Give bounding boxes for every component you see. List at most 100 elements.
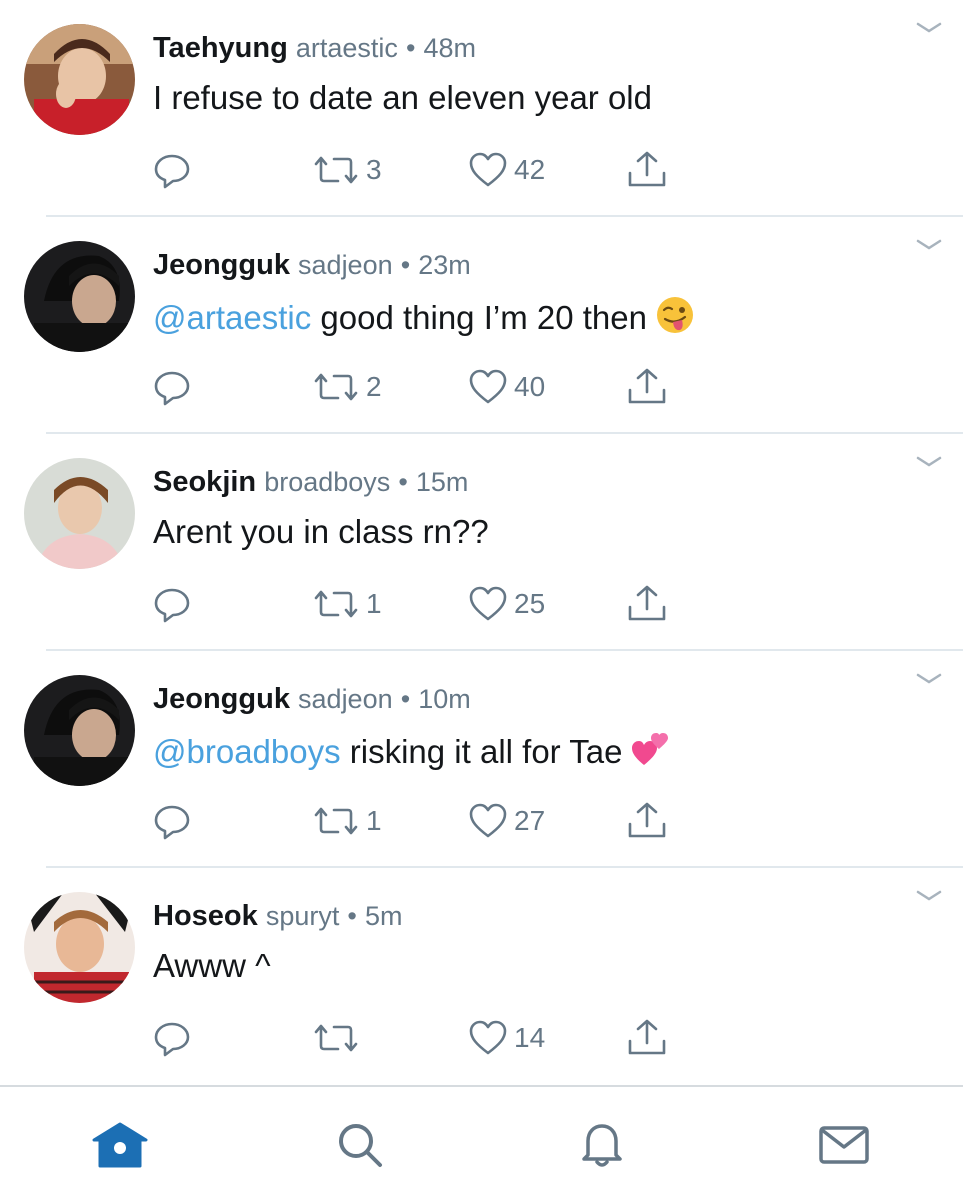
like-count: 14 (514, 1022, 546, 1053)
display-name[interactable]: Jeongguk (153, 683, 290, 715)
timestamp[interactable]: 10m (418, 684, 471, 714)
like-button[interactable]: 42 (468, 148, 545, 192)
tweet[interactable]: Seokjin broadboys • 15m Arent you in cla… (0, 434, 963, 651)
heart-icon (469, 152, 507, 187)
timestamp[interactable]: 15m (416, 467, 469, 497)
tweet-text: @broadboys risking it all for Tae (153, 729, 670, 772)
retweet-icon (314, 807, 358, 835)
tweet-body: good thing I’m 20 then (311, 299, 647, 336)
avatar[interactable] (24, 458, 135, 569)
share-button[interactable] (626, 582, 668, 626)
reply-icon (154, 1022, 190, 1057)
like-button[interactable]: 25 (468, 582, 545, 626)
username[interactable]: sadjeon (298, 684, 393, 714)
share-button[interactable] (626, 148, 668, 192)
share-icon (628, 802, 666, 838)
mention-link[interactable]: @broadboys (153, 733, 341, 770)
username[interactable]: broadboys (264, 467, 390, 497)
heart-icon (469, 1020, 507, 1055)
display-name[interactable]: Seokjin (153, 466, 256, 498)
tweet[interactable]: Hoseok spuryt • 5m Awww ^ 14 (0, 868, 963, 1085)
avatar[interactable] (24, 24, 135, 135)
tab-search[interactable] (330, 1117, 390, 1173)
separator-dot: • (400, 250, 411, 280)
timestamp[interactable]: 48m (424, 33, 477, 63)
like-count: 27 (514, 805, 546, 836)
tweet-body: Awww ^ (153, 947, 271, 984)
retweet-count: 3 (366, 154, 382, 185)
retweet-button[interactable]: 2 (312, 365, 382, 409)
timestamp[interactable]: 23m (418, 250, 471, 280)
tab-notifications[interactable] (572, 1117, 632, 1173)
tweet[interactable]: Jeongguk sadjeon • 10m @broadboys riskin… (0, 651, 963, 868)
reply-icon (154, 805, 190, 840)
avatar[interactable] (24, 892, 135, 1003)
share-button[interactable] (626, 799, 668, 843)
display-name[interactable]: Taehyung (153, 32, 288, 64)
reply-button[interactable] (152, 148, 192, 192)
tweet-text: Arent you in class rn?? (153, 512, 489, 552)
chevron-down-icon[interactable] (915, 20, 943, 36)
tab-messages[interactable] (814, 1117, 874, 1173)
display-name[interactable]: Hoseok (153, 900, 258, 932)
chevron-down-icon[interactable] (915, 671, 943, 687)
tweet-actions: 1 27 (0, 799, 963, 843)
tweet-text: I refuse to date an eleven year old (153, 78, 652, 118)
like-count: 40 (514, 371, 546, 402)
username[interactable]: sadjeon (298, 250, 393, 280)
tweet[interactable]: Jeongguk sadjeon • 23m @artaestic good t… (0, 217, 963, 434)
username[interactable]: artaestic (296, 33, 398, 63)
tweet-header: Jeongguk sadjeon • 23m (153, 247, 471, 283)
retweet-button[interactable]: 3 (312, 148, 382, 192)
tab-home[interactable] (90, 1117, 150, 1173)
chevron-down-icon[interactable] (915, 888, 943, 904)
tweet-actions: 2 40 (0, 365, 963, 409)
chevron-down-icon[interactable] (915, 454, 943, 470)
timestamp[interactable]: 5m (365, 901, 403, 931)
share-icon (628, 1019, 666, 1055)
avatar[interactable] (24, 675, 135, 786)
two-hearts-icon (632, 733, 669, 765)
mention-link[interactable]: @artaestic (153, 299, 311, 336)
separator-dot: • (347, 901, 357, 931)
retweet-icon (314, 1024, 358, 1052)
separator-dot: • (400, 684, 411, 714)
avatar[interactable] (24, 241, 135, 352)
reply-button[interactable] (152, 1016, 192, 1060)
reply-icon (154, 154, 190, 189)
search-icon (339, 1124, 382, 1167)
like-button[interactable]: 27 (468, 799, 545, 843)
tweet-text: @artaestic good thing I’m 20 then (153, 295, 695, 338)
retweet-button[interactable]: 1 (312, 582, 382, 626)
heart-icon (469, 803, 507, 838)
share-icon (628, 368, 666, 404)
tweet-header: Seokjin broadboys • 15m (153, 464, 468, 500)
tweet[interactable]: Taehyung artaestic • 48m I refuse to dat… (0, 0, 963, 217)
retweet-count: 1 (366, 588, 382, 619)
like-button[interactable]: 40 (468, 365, 545, 409)
tweet-actions: 1 25 (0, 582, 963, 626)
reply-button[interactable] (152, 582, 192, 626)
display-name[interactable]: Jeongguk (153, 249, 290, 281)
reply-button[interactable] (152, 799, 192, 843)
chevron-down-icon[interactable] (915, 237, 943, 253)
separator-dot: • (405, 33, 416, 63)
tweet-header: Taehyung artaestic • 48m (153, 30, 476, 66)
bell-icon (582, 1124, 622, 1167)
heart-icon (469, 369, 507, 404)
like-button[interactable]: 14 (468, 1016, 545, 1060)
retweet-button[interactable]: 1 (312, 799, 382, 843)
tweet-actions: 14 (0, 1016, 963, 1060)
share-icon (628, 585, 666, 621)
retweet-button[interactable] (312, 1016, 366, 1060)
like-count: 42 (514, 154, 546, 185)
tweet-header: Hoseok spuryt • 5m (153, 898, 402, 934)
share-button[interactable] (626, 1016, 668, 1060)
winking-face-with-tongue-icon (656, 297, 693, 333)
retweet-icon (314, 590, 358, 618)
reply-button[interactable] (152, 365, 192, 409)
share-button[interactable] (626, 365, 668, 409)
retweet-count: 1 (366, 805, 382, 836)
username[interactable]: spuryt (266, 901, 340, 931)
timeline-feed: Taehyung artaestic • 48m I refuse to dat… (0, 0, 963, 1085)
